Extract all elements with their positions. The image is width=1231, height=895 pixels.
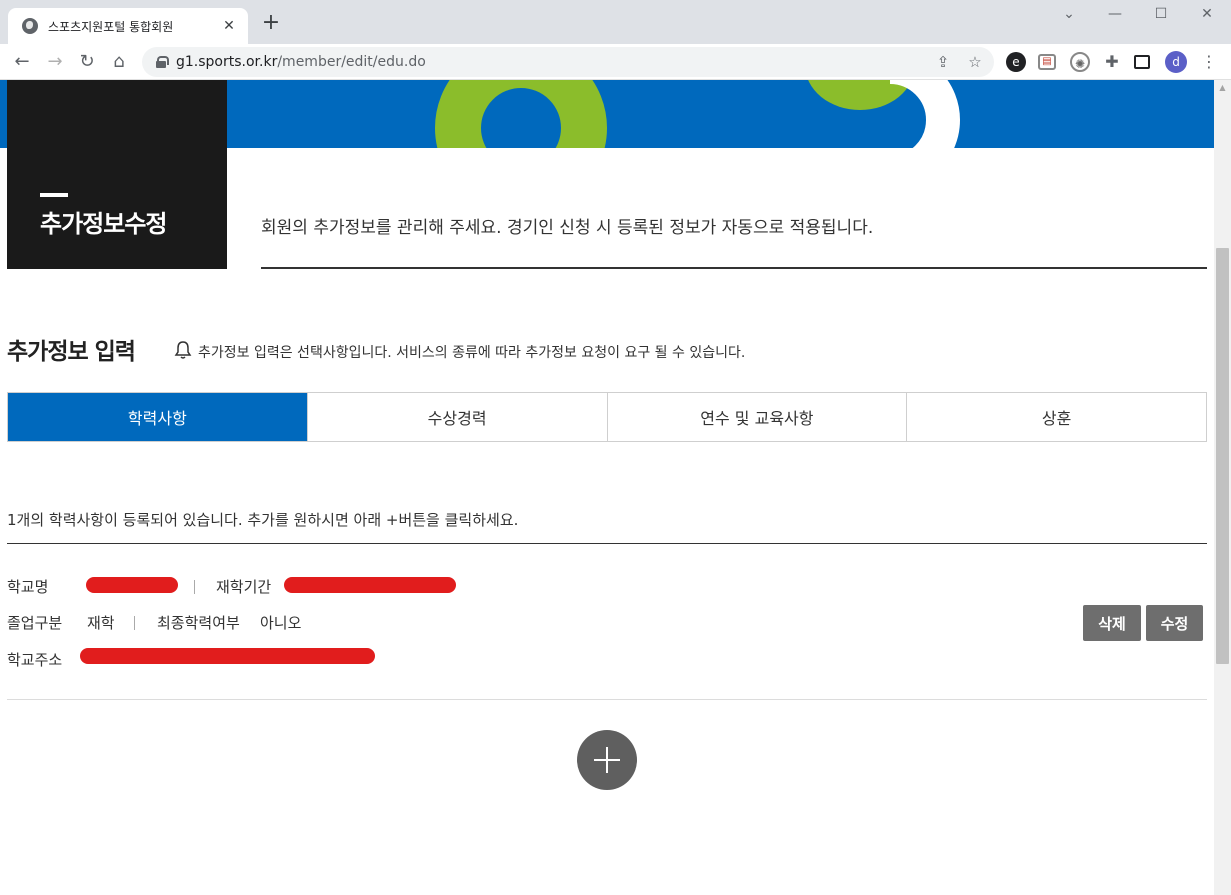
section-title: 추가정보 입력: [7, 339, 136, 365]
url-path: /member/edit/edu.do: [277, 54, 426, 70]
close-tab-icon[interactable]: ✕: [220, 18, 238, 34]
school-address-label: 학교주소: [7, 651, 63, 669]
extension-round-icon[interactable]: ✺: [1070, 52, 1090, 72]
tab-training[interactable]: 연수 및 교육사항: [606, 393, 907, 441]
intro-divider: [261, 267, 1207, 269]
tab-decorations[interactable]: 상훈: [906, 393, 1206, 441]
school-name-label: 학교명: [7, 578, 49, 596]
url-text: g1.sports.or.kr/member/edit/edu.do: [176, 54, 426, 70]
maximize-button[interactable]: ☐: [1138, 6, 1184, 26]
tab-search-icon[interactable]: ⌄: [1046, 6, 1092, 26]
globe-icon: [22, 18, 38, 34]
extension-cast-icon[interactable]: ▤: [1038, 54, 1056, 70]
list-top-divider: [7, 543, 1207, 544]
back-button[interactable]: ←: [10, 50, 34, 74]
graduation-label: 졸업구분: [7, 614, 63, 632]
vertical-scrollbar[interactable]: ▲: [1214, 80, 1231, 895]
add-record-button[interactable]: [577, 730, 637, 790]
browser-toolbar: ← → ↻ ⌂ g1.sports.or.kr/member/edit/edu.…: [0, 44, 1231, 80]
lock-icon: [156, 56, 169, 68]
tab-education[interactable]: 학력사항: [8, 393, 307, 441]
sidebar-icon[interactable]: [1134, 55, 1150, 69]
scroll-up-arrow-icon[interactable]: ▲: [1214, 80, 1231, 96]
scroll-thumb[interactable]: [1216, 248, 1229, 664]
graduation-value: 재학: [87, 614, 115, 632]
page-intro: 회원의 추가정보를 관리해 주세요. 경기인 신청 시 등록된 정보가 자동으로…: [261, 218, 874, 238]
puzzle-icon[interactable]: ✚: [1102, 52, 1122, 72]
share-icon[interactable]: ⇪: [934, 53, 952, 71]
extension-e-icon[interactable]: e: [1006, 52, 1026, 72]
page-title: 추가정보수정: [40, 210, 167, 238]
edit-button[interactable]: 수정: [1146, 605, 1203, 641]
period-label: 재학기간: [216, 578, 272, 596]
period-redacted: [284, 577, 456, 593]
home-button[interactable]: ⌂: [107, 50, 131, 74]
address-bar[interactable]: g1.sports.or.kr/member/edit/edu.do ⇪ ☆: [142, 47, 994, 77]
final-education-label: 최종학력여부: [157, 614, 240, 632]
record-count-message: 1개의 학력사항이 등록되어 있습니다. 추가를 원하시면 아래 +버튼을 클릭…: [7, 511, 519, 529]
menu-icon[interactable]: ⋮: [1199, 52, 1219, 72]
bell-icon: [174, 341, 192, 359]
browser-tab[interactable]: 스포츠지원포털 통합회원 ✕: [8, 8, 248, 44]
reload-button[interactable]: ↻: [75, 50, 99, 74]
tab-awards[interactable]: 수상경력: [306, 393, 607, 441]
close-window-button[interactable]: ✕: [1184, 6, 1230, 26]
browser-tab-strip: 스포츠지원포털 통합회원 ✕ + ⌄ — ☐ ✕: [0, 0, 1231, 44]
new-tab-button[interactable]: +: [260, 12, 282, 35]
delete-button[interactable]: 삭제: [1083, 605, 1141, 641]
profile-avatar[interactable]: d: [1165, 51, 1187, 73]
minimize-button[interactable]: —: [1092, 6, 1138, 26]
green-ring-graphic: [435, 80, 607, 148]
final-education-value: 아니오: [260, 614, 302, 632]
list-bottom-divider: [7, 699, 1207, 700]
title-accent-bar: [40, 193, 68, 197]
field-separator: [134, 616, 135, 630]
section-note: 추가정보 입력은 선택사항입니다. 서비스의 종류에 따라 추가정보 요청이 요…: [198, 345, 746, 361]
info-tabs: 학력사항 수상경력 연수 및 교육사항 상훈: [7, 392, 1207, 442]
url-host: g1.sports.or.kr: [176, 54, 278, 70]
school-name-redacted: [86, 577, 178, 593]
forward-button[interactable]: →: [43, 50, 67, 74]
field-separator: [194, 580, 195, 594]
page-viewport: 추가정보수정 회원의 추가정보를 관리해 주세요. 경기인 신청 시 등록된 정…: [0, 80, 1214, 895]
tab-title: 스포츠지원포털 통합회원: [48, 19, 174, 34]
school-address-redacted: [80, 648, 375, 664]
page-title-box: 추가정보수정: [7, 80, 227, 269]
star-icon[interactable]: ☆: [966, 53, 984, 71]
